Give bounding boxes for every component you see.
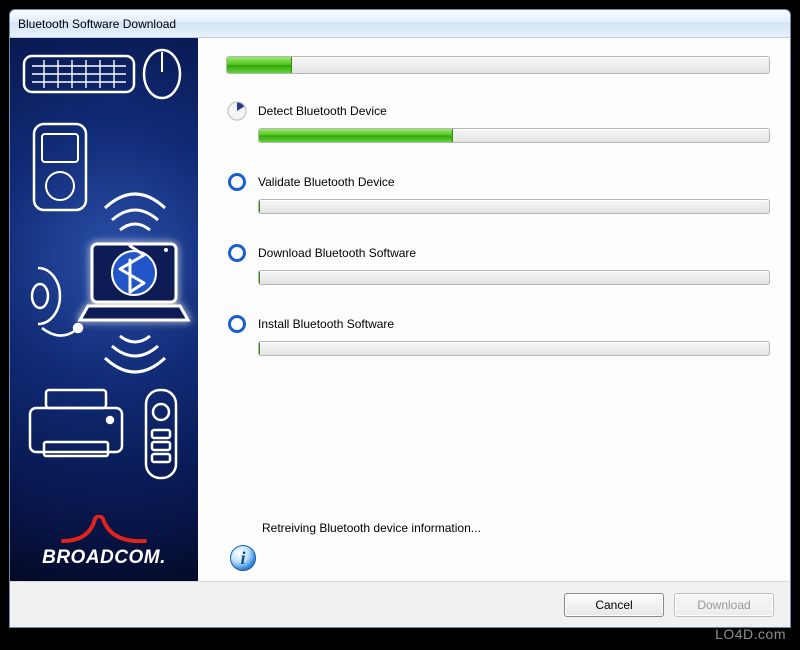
step-progress-bar xyxy=(258,341,770,356)
overall-progress xyxy=(226,56,770,74)
sidebar-graphic: BROADCOM. xyxy=(10,38,198,581)
step-progress-fill xyxy=(259,129,453,142)
step-detect: Detect Bluetooth Device xyxy=(226,100,770,163)
overall-progress-fill xyxy=(227,57,292,73)
overall-progress-bar xyxy=(226,56,770,74)
pending-ring-icon xyxy=(226,242,248,264)
step-label: Detect Bluetooth Device xyxy=(258,104,387,118)
step-label: Install Bluetooth Software xyxy=(258,317,394,331)
status-area: Retreiving Bluetooth device information.… xyxy=(226,521,770,571)
brand-wave-icon xyxy=(59,515,149,545)
pending-ring-icon xyxy=(226,171,248,193)
installer-window: Bluetooth Software Download xyxy=(9,9,791,628)
brand-logo: BROADCOM. xyxy=(10,515,198,569)
step-label: Download Bluetooth Software xyxy=(258,246,416,260)
info-icon: i xyxy=(230,545,256,571)
step-validate: Validate Bluetooth Device xyxy=(226,171,770,234)
cancel-button[interactable]: Cancel xyxy=(564,593,664,617)
device-illustration xyxy=(10,38,198,578)
pending-ring-icon xyxy=(226,313,248,335)
titlebar[interactable]: Bluetooth Software Download xyxy=(10,10,790,38)
main-content: Detect Bluetooth Device Validate Bluetoo… xyxy=(198,38,790,581)
step-label: Validate Bluetooth Device xyxy=(258,175,395,189)
watermark: LO4D.com xyxy=(715,626,786,642)
download-button[interactable]: Download xyxy=(674,593,774,617)
window-body: BROADCOM. D xyxy=(10,38,790,581)
step-install: Install Bluetooth Software xyxy=(226,313,770,376)
step-progress-bar xyxy=(258,199,770,214)
step-download: Download Bluetooth Software xyxy=(226,242,770,305)
window-title: Bluetooth Software Download xyxy=(18,17,176,31)
step-progress-bar xyxy=(258,270,770,285)
spinner-icon xyxy=(226,100,248,122)
brand-text: BROADCOM. xyxy=(42,547,166,568)
status-message: Retreiving Bluetooth device information.… xyxy=(262,521,770,535)
footer: Cancel Download xyxy=(10,581,790,627)
step-progress-bar xyxy=(258,128,770,143)
